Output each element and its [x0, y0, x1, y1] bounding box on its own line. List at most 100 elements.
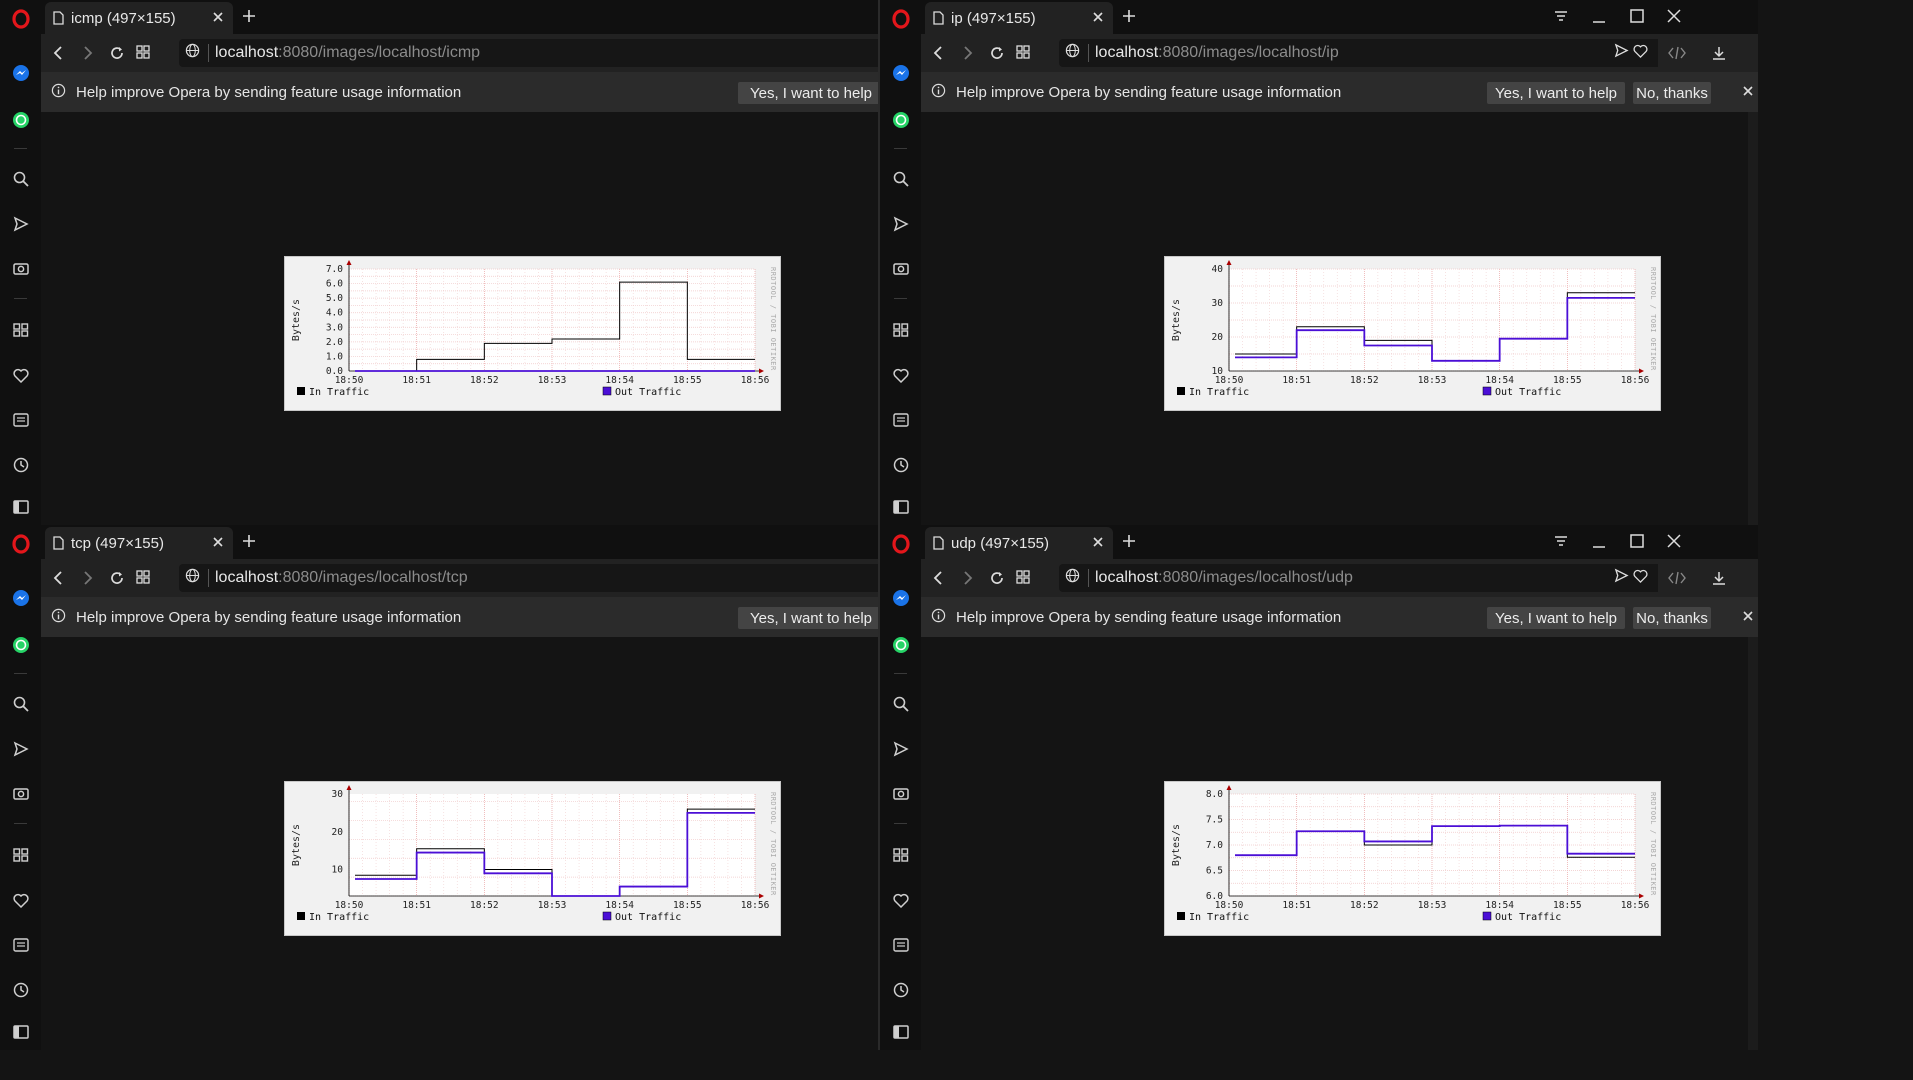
send-icon[interactable]: [880, 209, 921, 239]
opera-logo-icon[interactable]: [0, 529, 41, 559]
url-field[interactable]: localhost:8080/images/localhost/tcp: [179, 564, 878, 592]
close-window-icon[interactable]: [1666, 8, 1682, 29]
back-icon[interactable]: [931, 45, 945, 66]
globe-icon[interactable]: [1065, 568, 1080, 588]
news-icon[interactable]: [880, 930, 921, 960]
close-tab-icon[interactable]: [1091, 10, 1105, 28]
opera-logo-icon[interactable]: [0, 4, 41, 34]
globe-icon[interactable]: [1065, 43, 1080, 63]
developer-tools-icon[interactable]: [1668, 46, 1686, 65]
search-icon[interactable]: [880, 689, 921, 719]
yes-help-button[interactable]: Yes, I want to help: [1487, 82, 1625, 104]
url-field[interactable]: localhost:8080/images/localhost/icmp: [179, 39, 878, 67]
heart-icon[interactable]: [880, 360, 921, 390]
close-infobar-icon[interactable]: [1741, 84, 1755, 102]
new-tab-icon[interactable]: [241, 8, 257, 29]
send-page-icon[interactable]: [1614, 568, 1629, 588]
close-tab-icon[interactable]: [211, 535, 225, 553]
send-icon[interactable]: [880, 734, 921, 764]
opera-logo-icon[interactable]: [880, 529, 921, 559]
whatsapp-icon[interactable]: [0, 105, 41, 135]
yes-help-button[interactable]: Yes, I want to help: [738, 607, 878, 629]
active-tab[interactable]: icmp (497×155): [45, 2, 233, 34]
heart-icon[interactable]: [0, 885, 41, 915]
yes-help-button[interactable]: Yes, I want to help: [738, 82, 878, 104]
back-icon[interactable]: [51, 45, 65, 66]
sidebar-toggle-icon[interactable]: [880, 492, 921, 522]
history-icon[interactable]: [0, 450, 41, 480]
speed-dial-icon[interactable]: [880, 840, 921, 870]
close-infobar-icon[interactable]: [1741, 609, 1755, 627]
minimize-icon[interactable]: [1591, 8, 1607, 29]
whatsapp-icon[interactable]: [880, 630, 921, 660]
speed-dial-icon[interactable]: [0, 840, 41, 870]
tab-grid-icon[interactable]: [136, 570, 150, 589]
close-tab-icon[interactable]: [1091, 535, 1105, 553]
camera-icon[interactable]: [0, 253, 41, 283]
history-icon[interactable]: [880, 975, 921, 1005]
close-window-icon[interactable]: [1666, 533, 1682, 554]
sidebar-toggle-icon[interactable]: [0, 1017, 41, 1047]
forward-icon[interactable]: [81, 570, 95, 591]
speed-dial-icon[interactable]: [0, 315, 41, 345]
active-tab[interactable]: udp (497×155): [925, 527, 1113, 559]
yes-help-button[interactable]: Yes, I want to help: [1487, 607, 1625, 629]
messenger-icon[interactable]: [880, 58, 921, 88]
url-field[interactable]: localhost:8080/images/localhost/udp: [1059, 564, 1658, 592]
download-icon[interactable]: [1711, 570, 1727, 591]
heart-icon[interactable]: [0, 360, 41, 390]
tab-grid-icon[interactable]: [1016, 570, 1030, 589]
new-tab-icon[interactable]: [241, 533, 257, 554]
heart-icon[interactable]: [880, 885, 921, 915]
tab-menu-icon[interactable]: [1553, 533, 1569, 554]
no-thanks-button[interactable]: No, thanks: [1633, 607, 1711, 629]
whatsapp-icon[interactable]: [0, 630, 41, 660]
history-icon[interactable]: [880, 450, 921, 480]
sidebar-toggle-icon[interactable]: [0, 492, 41, 522]
bookmark-heart-icon[interactable]: [1633, 44, 1648, 63]
speed-dial-icon[interactable]: [880, 315, 921, 345]
minimize-icon[interactable]: [1591, 533, 1607, 554]
globe-icon[interactable]: [185, 43, 200, 63]
news-icon[interactable]: [0, 405, 41, 435]
messenger-icon[interactable]: [880, 583, 921, 613]
forward-icon[interactable]: [81, 45, 95, 66]
camera-icon[interactable]: [880, 253, 921, 283]
reload-icon[interactable]: [109, 570, 125, 591]
sidebar-toggle-icon[interactable]: [880, 1017, 921, 1047]
messenger-icon[interactable]: [0, 583, 41, 613]
send-page-icon[interactable]: [1614, 43, 1629, 63]
tab-menu-icon[interactable]: [1553, 8, 1569, 29]
camera-icon[interactable]: [880, 778, 921, 808]
reload-icon[interactable]: [109, 45, 125, 66]
maximize-icon[interactable]: [1629, 8, 1645, 29]
send-icon[interactable]: [0, 209, 41, 239]
tab-grid-icon[interactable]: [1016, 45, 1030, 64]
download-icon[interactable]: [1711, 45, 1727, 66]
new-tab-icon[interactable]: [1121, 8, 1137, 29]
back-icon[interactable]: [51, 570, 65, 591]
camera-icon[interactable]: [0, 778, 41, 808]
reload-icon[interactable]: [989, 45, 1005, 66]
messenger-icon[interactable]: [0, 58, 41, 88]
url-field[interactable]: localhost:8080/images/localhost/ip: [1059, 39, 1658, 67]
back-icon[interactable]: [931, 570, 945, 591]
search-icon[interactable]: [0, 689, 41, 719]
maximize-icon[interactable]: [1629, 533, 1645, 554]
news-icon[interactable]: [0, 930, 41, 960]
tab-grid-icon[interactable]: [136, 45, 150, 64]
bookmark-heart-icon[interactable]: [1633, 569, 1648, 588]
forward-icon[interactable]: [961, 570, 975, 591]
scrollbar[interactable]: [1748, 112, 1758, 525]
search-icon[interactable]: [880, 164, 921, 194]
whatsapp-icon[interactable]: [880, 105, 921, 135]
news-icon[interactable]: [880, 405, 921, 435]
search-icon[interactable]: [0, 164, 41, 194]
send-icon[interactable]: [0, 734, 41, 764]
scrollbar[interactable]: [1748, 637, 1758, 1050]
close-tab-icon[interactable]: [211, 10, 225, 28]
reload-icon[interactable]: [989, 570, 1005, 591]
active-tab[interactable]: ip (497×155): [925, 2, 1113, 34]
opera-logo-icon[interactable]: [880, 4, 921, 34]
new-tab-icon[interactable]: [1121, 533, 1137, 554]
